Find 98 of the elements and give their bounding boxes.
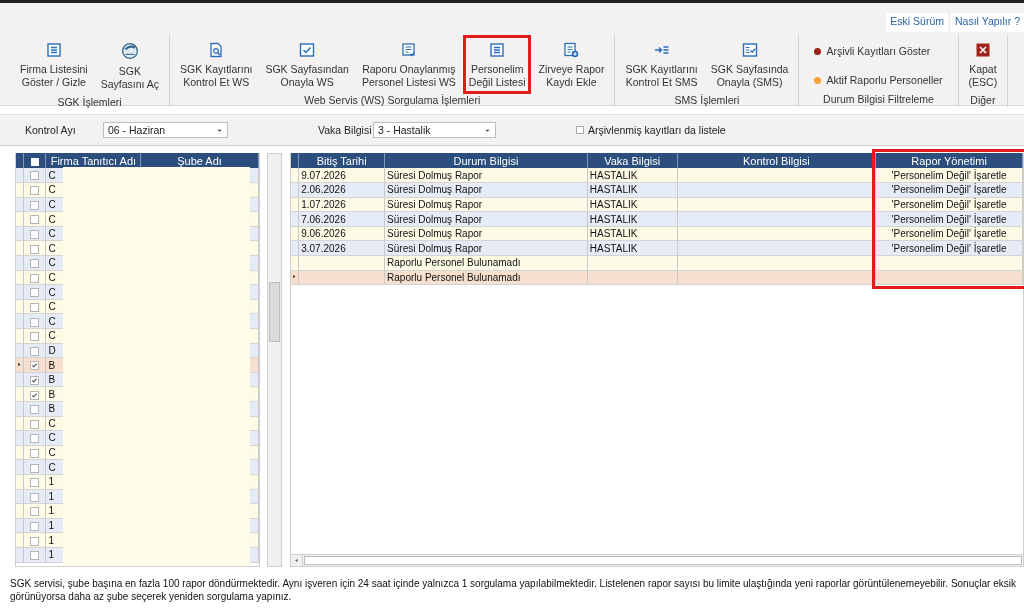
row-checkbox[interactable] [30, 375, 40, 385]
table-cell: HASTALIK [589, 199, 638, 210]
info-note: SGK servisi, şube başına en fazla 100 rapor döndürmektedir. Aynı işveren için 24 saat içinde yalnızca 1 sorgulama yapılabilmektedir. Listelenen rapor sayısı bu limite ulaştığında yeni raporlar görüntülenemeyebilir. Sonuçlar eksik görünüyorsa daha az şube seçerek yeniden sorgulama yapınız. [10, 577, 1017, 603]
row-pointer-icon [17, 361, 23, 368]
row-checkbox[interactable] [30, 521, 40, 531]
checklist-icon [741, 42, 758, 58]
filter-button[interactable]: Aktif Raporlu Personeller [809, 68, 948, 93]
group-label: Durum Bilgisi Filtreleme [822, 93, 935, 107]
ribbon-button[interactable]: Personelim Değil Listesi [462, 35, 532, 94]
row-checkbox[interactable] [30, 215, 40, 225]
row-checkbox[interactable] [30, 551, 40, 561]
table-cell: 7.06.2026 [301, 213, 346, 225]
row-checkbox[interactable] [30, 303, 40, 312]
ribbon-button[interactable]: Firma Listesini Göster / Gizle [14, 35, 94, 94]
ribbon-button[interactable]: Zirveye Rapor Kaydı Ekle [532, 35, 611, 94]
dropdown-field[interactable]: 06 - Haziran [103, 122, 228, 138]
table-cell: 9.07.2026 [301, 169, 346, 181]
column-header[interactable]: Kontrol Bilgisi [677, 153, 876, 168]
group-label: Web Servis (WS) Sorgulama İşlemleri [303, 94, 482, 108]
table-cell: Raporlu Personel Bulunamadı [387, 271, 521, 283]
row-checkbox[interactable] [30, 536, 40, 546]
row-checkbox[interactable] [30, 361, 40, 371]
column-header[interactable]: Bitiş Tarihi [298, 153, 385, 168]
row-checkbox[interactable] [30, 419, 40, 429]
ribbon-button[interactable]: Kapat (ESC) [962, 35, 1004, 94]
row-checkbox[interactable] [30, 332, 40, 342]
table-cell: HASTALIK [589, 242, 638, 254]
row-checkbox[interactable] [30, 346, 40, 356]
select-all-checkbox[interactable] [30, 157, 39, 166]
ribbon-button[interactable]: SGK Kayıtlarını Kontrol Et WS [174, 35, 259, 94]
ribbon-button[interactable]: SGK Sayfasından Onayla WS [259, 35, 355, 94]
row-checkbox[interactable] [30, 434, 40, 444]
close-icon [974, 42, 991, 58]
column-header[interactable]: Durum Bilgisi [384, 153, 588, 168]
table-cell: 'Personelim Değil' İşaretle [891, 169, 1007, 181]
column-header[interactable]: Vaka Bilgisi [587, 153, 678, 168]
dropdown-field[interactable]: 3 - Hastalik [373, 122, 496, 138]
row-checkbox[interactable] [30, 230, 40, 240]
ribbon-button[interactable]: SGK Sayfasını Aç [94, 35, 166, 96]
column-header[interactable]: Rapor Yönetimi [875, 153, 1023, 168]
row-checkbox[interactable] [30, 186, 40, 196]
table-cell: HASTALIK [589, 184, 638, 196]
table-cell: Süresi Dolmuş Rapor [387, 213, 483, 225]
row-checkbox[interactable] [30, 244, 40, 254]
ribbon-button[interactable]: Raporu Onaylanmış Personel Listesi WS [355, 35, 462, 94]
group-label: SGK İşlemleri [56, 96, 123, 110]
table-cell: Süresi Dolmuş Rapor [387, 228, 483, 240]
row-pointer-icon [291, 273, 297, 281]
table-cell: 'Personelim Değil' İşaretle [891, 184, 1007, 196]
row-checkbox[interactable] [30, 171, 40, 181]
table-cell: 9.06.2026 [301, 228, 346, 240]
row-checkbox[interactable] [30, 288, 40, 298]
table-cell: 'Personelim Değil' İşaretle [891, 228, 1007, 240]
row-checkbox[interactable] [30, 448, 40, 458]
table-cell: Süresi Dolmuş Rapor [387, 169, 483, 181]
group-label: Diğer [969, 94, 997, 108]
table-cell: Süresi Dolmuş Rapor [387, 242, 483, 254]
group-label: SMS İşlemleri [673, 94, 741, 108]
table-cell: 'Personelim Değil' İşaretle [891, 199, 1007, 210]
row-checkbox[interactable] [30, 273, 40, 283]
table-cell: 2.06.2026 [301, 184, 346, 196]
list-icon [489, 42, 506, 58]
table-cell: HASTALIK [589, 213, 638, 225]
filter-button[interactable]: Arşivli Kayıtları Göster [809, 39, 936, 64]
row-checkbox[interactable] [30, 405, 40, 415]
document-plus-icon [563, 42, 580, 58]
row-checkbox[interactable] [30, 259, 40, 269]
table-cell: Raporlu Personel Bulunamadı [387, 257, 521, 269]
archive-checkbox[interactable]: Arşivlenmiş kayıtları da listele [576, 124, 726, 136]
row-checkbox[interactable] [30, 478, 40, 488]
table-cell: 'Personelim Değil' İşaretle [891, 213, 1007, 225]
table-cell: HASTALIK [589, 169, 638, 181]
scrollbar[interactable] [290, 554, 1023, 566]
row-checkbox[interactable] [30, 492, 40, 502]
emblem-icon [120, 42, 139, 60]
toolbar-link[interactable]: Nasıl Yapılır ? [951, 13, 1024, 32]
table-cell: Süresi Dolmuş Rapor [387, 199, 483, 210]
ribbon-button[interactable]: SGK Sayfasında Onayla (SMS) [704, 35, 795, 94]
field-label: Vaka Bilgisi [318, 124, 373, 136]
scrollbar[interactable] [266, 153, 282, 567]
table-cell: 1.07.2026 [301, 199, 346, 210]
row-checkbox[interactable] [30, 463, 40, 473]
arrow-left-icon [293, 558, 299, 563]
document-search-icon [208, 42, 225, 58]
ribbon-button[interactable]: SGK Kayıtlarını Kontrol Et SMS [619, 35, 704, 94]
row-checkbox[interactable] [30, 200, 40, 210]
checked-box-icon [299, 42, 316, 58]
row-checkbox[interactable] [30, 507, 40, 517]
toolbar-link[interactable]: Eski Sürüm [886, 13, 948, 32]
row-checkbox[interactable] [30, 390, 40, 400]
table-cell: 'Personelim Değil' İşaretle [891, 242, 1007, 254]
field-label: Kontrol Ayı [25, 124, 77, 136]
list-check-icon [400, 42, 417, 58]
table-cell: 3.07.2026 [301, 242, 346, 254]
list-icon [45, 42, 62, 58]
table-cell: HASTALIK [589, 228, 638, 240]
row-checkbox[interactable] [30, 317, 40, 327]
table-cell: Süresi Dolmuş Rapor [387, 184, 483, 196]
